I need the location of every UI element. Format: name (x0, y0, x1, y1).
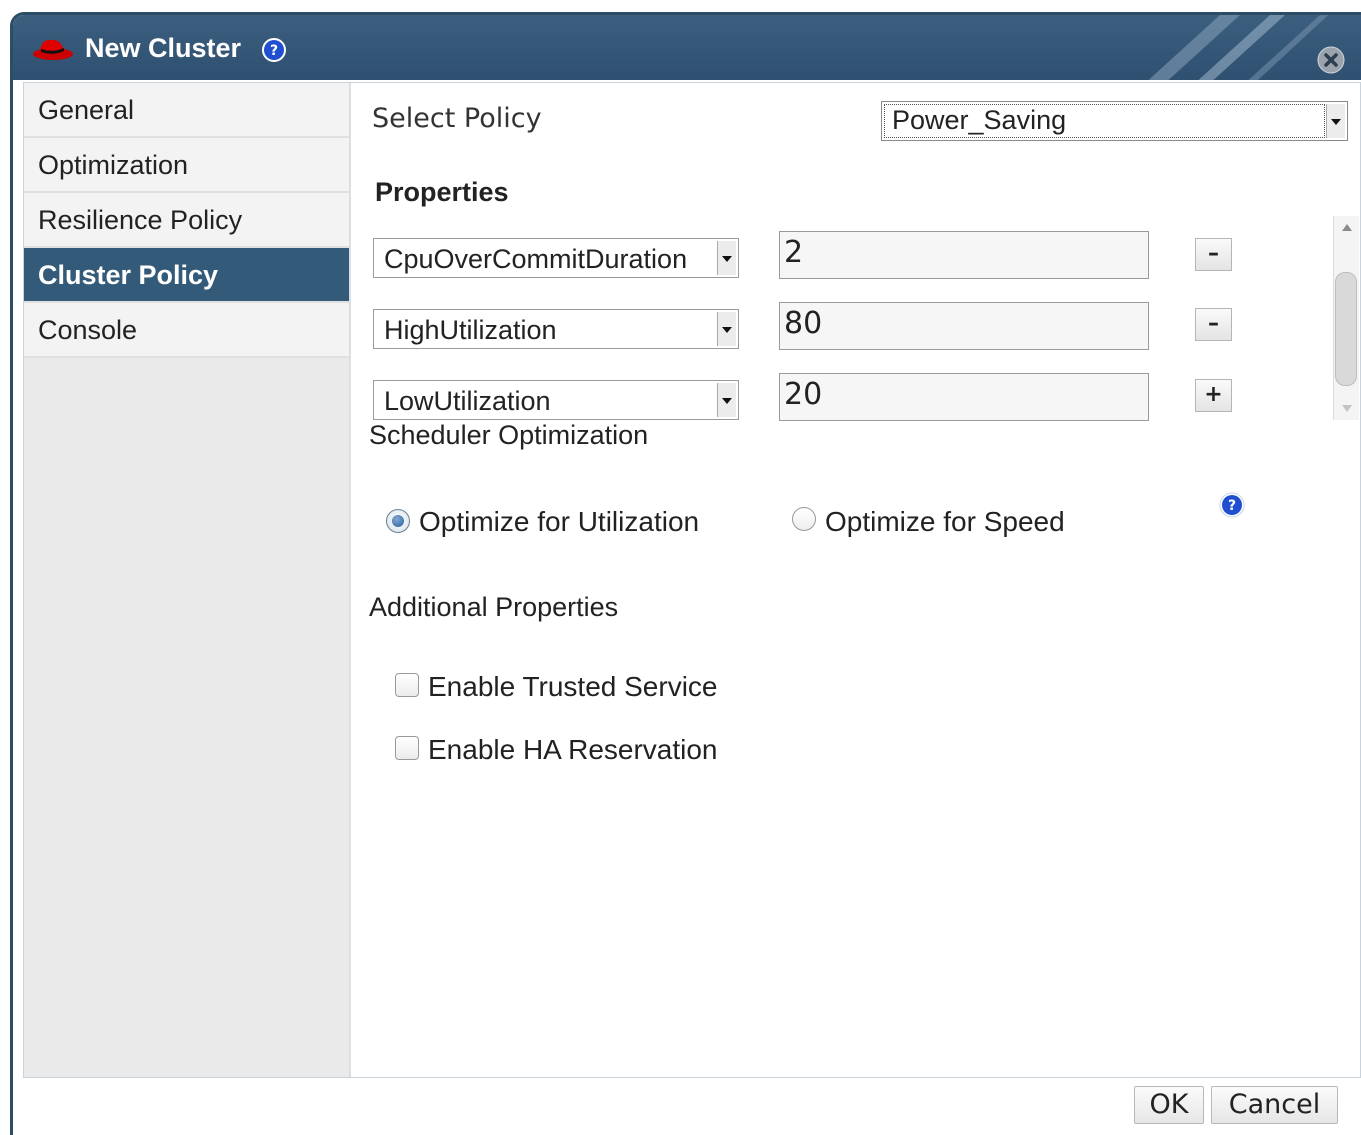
policy-select[interactable]: Power_Saving (881, 101, 1348, 141)
chevron-down-icon[interactable] (717, 312, 736, 346)
new-cluster-dialog: New Cluster ? General Optimization Resil… (10, 12, 1361, 1135)
enable-trusted-service-label[interactable]: Enable Trusted Service (428, 671, 718, 703)
optimize-speed-label[interactable]: Optimize for Speed (825, 506, 1065, 538)
sidebar: General Optimization Resilience Policy C… (24, 83, 351, 1077)
cancel-button[interactable]: Cancel (1211, 1086, 1338, 1124)
scroll-down-arrow-icon[interactable] (1342, 405, 1352, 412)
property-key-select[interactable]: CpuOverCommitDuration (373, 238, 739, 278)
properties-scrollbar[interactable] (1333, 216, 1359, 420)
sidebar-item-optimization[interactable]: Optimization (24, 138, 349, 193)
property-key-select[interactable]: LowUtilization (373, 380, 739, 420)
additional-properties-label: Additional Properties (369, 592, 619, 622)
ok-button[interactable]: OK (1134, 1086, 1204, 1124)
property-key-select[interactable]: HighUtilization (373, 309, 739, 349)
sidebar-item-cluster-policy[interactable]: Cluster Policy (24, 248, 349, 303)
chevron-down-icon[interactable] (717, 241, 736, 275)
enable-ha-reservation-label[interactable]: Enable HA Reservation (428, 734, 718, 766)
enable-trusted-service-checkbox[interactable] (395, 673, 419, 697)
scroll-up-arrow-icon[interactable] (1342, 224, 1352, 231)
sidebar-item-console[interactable]: Console (24, 303, 349, 358)
sidebar-item-resilience-policy[interactable]: Resilience Policy (24, 193, 349, 248)
svg-text:?: ? (1228, 498, 1236, 514)
select-policy-label: Select Policy (372, 103, 542, 134)
redhat-logo-icon (33, 39, 73, 60)
close-icon[interactable] (1316, 45, 1346, 75)
chevron-down-icon[interactable] (1326, 104, 1345, 138)
remove-property-button[interactable]: – (1195, 308, 1232, 341)
scheduler-optimization-label: Scheduler Optimization (369, 420, 649, 450)
property-value-input[interactable]: 20 (779, 373, 1149, 421)
dialog-titlebar[interactable]: New Cluster ? (13, 15, 1361, 80)
chevron-down-icon[interactable] (717, 383, 736, 417)
scrollbar-thumb[interactable] (1335, 272, 1357, 386)
property-value-input[interactable]: 80 (779, 302, 1149, 350)
dialog-body: General Optimization Resilience Policy C… (23, 82, 1361, 1078)
help-icon[interactable]: ? (261, 37, 287, 63)
optimize-utilization-label[interactable]: Optimize for Utilization (419, 506, 699, 538)
optimize-utilization-radio[interactable] (386, 509, 410, 533)
property-key-value: HighUtilization (384, 315, 557, 345)
add-property-button[interactable]: + (1195, 379, 1232, 412)
policy-select-value: Power_Saving (892, 105, 1067, 135)
properties-heading: Properties (375, 177, 509, 207)
cluster-policy-panel: Select Policy Power_Saving Properties Cp… (351, 83, 1360, 1077)
property-key-value: LowUtilization (384, 386, 551, 416)
remove-property-button[interactable]: – (1195, 238, 1232, 271)
property-key-value: CpuOverCommitDuration (384, 244, 688, 274)
property-value-input[interactable]: 2 (779, 231, 1149, 279)
titlebar-decoration (1148, 15, 1329, 80)
sidebar-item-general[interactable]: General (24, 83, 349, 138)
dialog-title: New Cluster (85, 33, 242, 63)
enable-ha-reservation-checkbox[interactable] (395, 736, 419, 760)
svg-text:?: ? (270, 43, 278, 59)
help-icon[interactable]: ? (1219, 492, 1245, 518)
optimize-speed-radio[interactable] (792, 507, 816, 531)
